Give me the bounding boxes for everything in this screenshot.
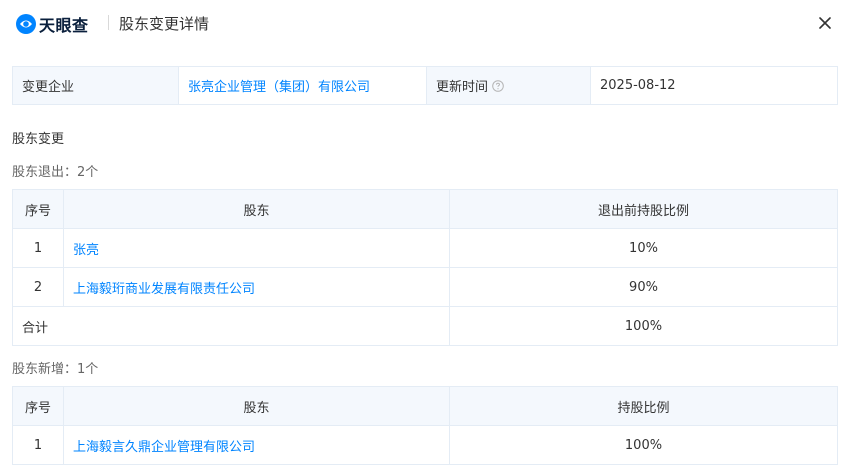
total-label: 合计 [12, 306, 450, 346]
table-row: 1 上海毅言久鼎企业管理有限公司 100% [12, 425, 838, 465]
add-shareholder-table: 序号 股东 持股比例 1 上海毅言久鼎企业管理有限公司 100% [12, 386, 838, 465]
close-icon [819, 17, 831, 29]
row-ratio: 10% [449, 228, 838, 268]
header-shareholder: 股东 [63, 189, 450, 229]
section-title: 股东变更 [12, 132, 65, 147]
table-row: 2 上海毅珩商业发展有限责任公司 90% [12, 267, 838, 307]
shareholder-cell: 上海毅珩商业发展有限责任公司 [63, 267, 450, 307]
shareholder-link[interactable]: 张亮 [73, 243, 99, 258]
table-row: 1 张亮 10% [12, 228, 838, 268]
header-ratio: 退出前持股比例 [449, 189, 838, 229]
add-subtitle: 股东新增：1个 [12, 362, 99, 377]
row-ratio: 100% [449, 425, 838, 465]
company-info-row: 变更企业 张亮企业管理（集团）有限公司 更新时间 2025-08-12 [12, 66, 838, 105]
company-label: 变更企业 [12, 66, 179, 105]
header-index: 序号 [12, 189, 64, 229]
row-index: 2 [12, 267, 64, 307]
update-date: 2025-08-12 [590, 66, 838, 105]
header-ratio: 持股比例 [449, 386, 838, 426]
row-index: 1 [12, 228, 64, 268]
header-divider [108, 15, 109, 30]
total-ratio: 100% [449, 306, 838, 346]
exit-subtitle: 股东退出：2个 [12, 165, 99, 180]
close-button[interactable] [814, 12, 836, 34]
shareholder-link[interactable]: 上海毅言久鼎企业管理有限公司 [73, 440, 255, 455]
row-index: 1 [12, 425, 64, 465]
eye-logo-icon [16, 14, 36, 34]
company-name-cell: 张亮企业管理（集团）有限公司 [178, 66, 427, 105]
update-time-label: 更新时间 [436, 80, 489, 95]
header-index: 序号 [12, 386, 64, 426]
total-row: 合计 100% [12, 306, 838, 346]
company-name-link[interactable]: 张亮企业管理（集团）有限公司 [188, 80, 370, 95]
update-time-label-cell: 更新时间 [426, 66, 591, 105]
company-info-table: 变更企业 张亮企业管理（集团）有限公司 更新时间 2025-08-12 [12, 66, 838, 105]
row-ratio: 90% [449, 267, 838, 307]
exit-shareholder-table: 序号 股东 退出前持股比例 1 张亮 10% 2 上海毅珩商业发展有限责任公司 … [12, 189, 838, 346]
dialog-header: 天眼查 股东变更详情 [0, 0, 850, 46]
logo-text: 天眼查 [39, 16, 89, 35]
table-header-row: 序号 股东 退出前持股比例 [12, 189, 838, 229]
shareholder-cell: 上海毅言久鼎企业管理有限公司 [63, 425, 450, 465]
header-shareholder: 股东 [63, 386, 450, 426]
shareholder-cell: 张亮 [63, 228, 450, 268]
table-header-row: 序号 股东 持股比例 [12, 386, 838, 426]
dialog-title: 股东变更详情 [119, 15, 210, 33]
question-circle-icon[interactable] [492, 80, 504, 92]
tianyancha-logo: 天眼查 [15, 12, 89, 36]
shareholder-link[interactable]: 上海毅珩商业发展有限责任公司 [73, 282, 255, 297]
